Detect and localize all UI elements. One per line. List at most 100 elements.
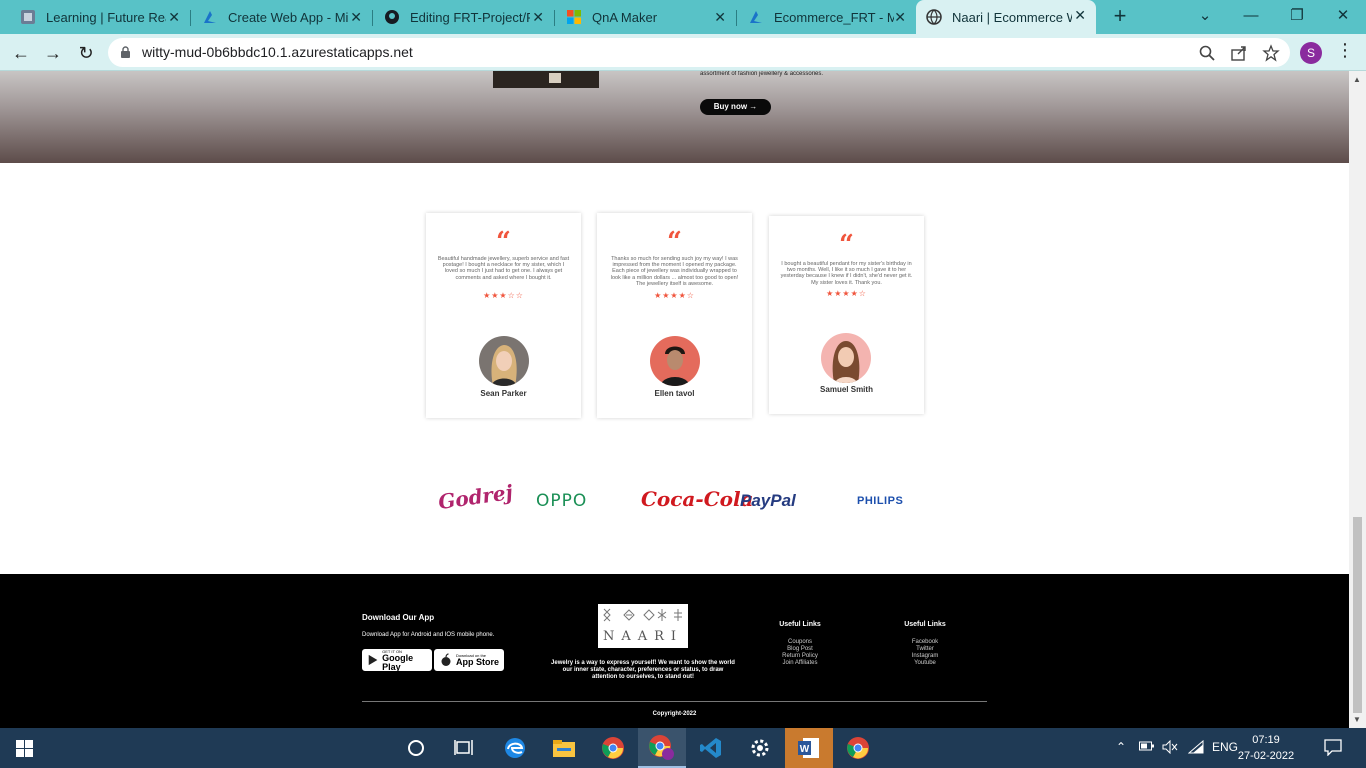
reviewer-name: Ellen tavol (654, 389, 695, 398)
footer-link-twitter[interactable]: Twitter (895, 646, 955, 653)
footer-link-facebook[interactable]: Facebook (895, 639, 955, 646)
close-icon[interactable]: ✕ (894, 9, 906, 26)
page-viewport: assortment of fashion jewellery & access… (0, 71, 1349, 728)
windows-taskbar: W ⌃ ENG 07:19 27-02-2022 (0, 728, 1366, 768)
avatar (821, 333, 871, 383)
reviewer-name: Samuel Smith (820, 385, 873, 394)
tab-separator (372, 10, 373, 26)
star-rating: ★★★★☆ (654, 291, 695, 300)
footer-link-instagram[interactable]: Instagram (895, 653, 955, 660)
close-icon[interactable]: ✕ (1074, 7, 1086, 24)
footer-link-coupons[interactable]: Coupons (770, 639, 830, 646)
hero-banner: assortment of fashion jewellery & access… (0, 71, 1349, 163)
brand-logo-philips: PHILIPS (857, 495, 904, 507)
hero-product-image (493, 71, 599, 88)
tab-search-chevron-icon[interactable]: ⌄ (1182, 0, 1228, 32)
tab-learning[interactable]: Learning | Future Read ✕ (10, 2, 191, 32)
github-favicon (384, 9, 400, 25)
edge-browser-icon[interactable] (491, 728, 539, 768)
microsoft-favicon (566, 9, 582, 25)
naari-logo: NAARI (598, 604, 688, 648)
buy-now-button[interactable]: Buy now → (700, 99, 771, 115)
minimize-icon[interactable]: — (1228, 0, 1274, 32)
quote-icon: “ (667, 227, 682, 257)
chrome-icon[interactable] (589, 728, 637, 768)
lock-icon[interactable] (120, 46, 131, 59)
wifi-icon[interactable] (1187, 739, 1204, 757)
tab-separator (190, 10, 191, 26)
tab-separator (736, 10, 737, 26)
task-view-icon[interactable] (440, 728, 488, 768)
url-omnibox[interactable]: witty-mud-0b6bbdc10.1.azurestaticapps.ne… (108, 38, 1290, 67)
bookmark-star-icon[interactable] (1262, 44, 1280, 62)
scrollbar-thumb[interactable] (1353, 517, 1362, 713)
tab-create-web-app[interactable]: Create Web App - Mic ✕ (192, 2, 373, 32)
settings-gear-icon[interactable] (736, 728, 784, 768)
footer-link-join-affiliates[interactable]: Join Affiliates (770, 660, 830, 667)
testimonial-text: I bought a beautiful pendant for my sist… (780, 261, 913, 286)
brand-logo-coca-cola: Coca-Cola (641, 487, 754, 511)
social-links-list: Facebook Twitter Instagram Youtube (895, 639, 955, 667)
tab-github[interactable]: Editing FRT-Project/RE ✕ (374, 2, 555, 32)
close-icon[interactable]: ✕ (532, 9, 544, 26)
testimonial-card: “ Thanks so much for sending such joy my… (597, 213, 752, 418)
footer-divider (362, 701, 987, 702)
share-icon[interactable] (1230, 44, 1248, 62)
close-icon[interactable]: ✕ (714, 9, 726, 26)
star-rating: ★★★☆☆ (483, 291, 524, 300)
tab-naari-active[interactable]: Naari | Ecommerce We ✕ (916, 0, 1096, 34)
useful-links-list: Coupons Blog Post Return Policy Join Aff… (770, 639, 830, 667)
vscode-icon[interactable] (687, 728, 735, 768)
word-icon[interactable]: W (785, 728, 833, 768)
restore-icon[interactable]: ❐ (1274, 0, 1320, 32)
close-icon[interactable]: ✕ (168, 9, 180, 26)
tab-ecommerce-frt[interactable]: Ecommerce_FRT - Mic ✕ (738, 2, 916, 32)
hero-tagline: assortment of fashion jewellery & access… (700, 71, 824, 77)
download-app-subtitle: Download App for Android and IOS mobile … (362, 632, 495, 638)
about-text: Jewelry is a way to express yourself! We… (551, 660, 735, 680)
tray-chevron-up-icon[interactable]: ⌃ (1116, 740, 1126, 754)
forward-arrow-icon[interactable]: → (40, 40, 66, 66)
tab-qna-maker[interactable]: QnA Maker ✕ (556, 2, 737, 32)
footer-link-return-policy[interactable]: Return Policy (770, 653, 830, 660)
zoom-magnifier-icon[interactable] (1198, 44, 1216, 62)
avatar (479, 336, 529, 386)
search-circle-icon[interactable] (392, 728, 440, 768)
url-text[interactable]: witty-mud-0b6bbdc10.1.azurestaticapps.ne… (142, 44, 413, 60)
notifications-icon[interactable] (1324, 738, 1342, 759)
clock-date: 27-02-2022 (1237, 750, 1295, 762)
scroll-down-arrow-icon[interactable]: ▼ (1353, 715, 1361, 724)
footer-link-blog-post[interactable]: Blog Post (770, 646, 830, 653)
testimonial-text: Beautiful handmade jewellery, superb ser… (437, 256, 570, 281)
avatar (650, 336, 700, 386)
quote-icon: “ (839, 230, 854, 260)
svg-text:W: W (800, 744, 810, 755)
scroll-up-arrow-icon[interactable]: ▲ (1353, 75, 1361, 84)
google-play-button[interactable]: GET IT ON Google Play (362, 649, 432, 671)
footer-link-youtube[interactable]: Youtube (895, 660, 955, 667)
windows-start-icon[interactable] (0, 728, 48, 768)
close-window-icon[interactable]: ✕ (1320, 0, 1366, 32)
file-explorer-icon[interactable] (540, 728, 588, 768)
clock-time: 07:19 (1252, 734, 1280, 746)
learning-favicon (20, 9, 36, 25)
copyright-text: Copyright-2022 (652, 711, 697, 717)
back-arrow-icon[interactable]: ← (8, 40, 34, 66)
battery-icon[interactable] (1139, 740, 1155, 755)
new-tab-plus-icon[interactable]: + (1108, 4, 1132, 28)
profile-avatar[interactable]: S (1300, 42, 1322, 64)
chrome-profile-icon[interactable] (638, 728, 686, 768)
chrome-icon[interactable] (834, 728, 882, 768)
page-scrollbar[interactable]: ▲ ▼ (1349, 71, 1366, 728)
brand-logo-paypal: PayPal (740, 491, 796, 510)
clock[interactable]: 07:19 27-02-2022 (1234, 732, 1298, 764)
reviewer-name: Sean Parker (480, 389, 527, 398)
volume-muted-icon[interactable] (1162, 739, 1178, 757)
testimonial-card: “ Beautiful handmade jewellery, superb s… (426, 213, 581, 418)
globe-favicon (926, 9, 942, 25)
close-icon[interactable]: ✕ (350, 9, 362, 26)
app-store-button[interactable]: Download on the App Store (434, 649, 504, 671)
azure-favicon (748, 9, 764, 25)
browser-menu-kebab-icon[interactable]: ⋮ (1336, 40, 1354, 61)
reload-icon[interactable]: ↻ (73, 40, 99, 66)
